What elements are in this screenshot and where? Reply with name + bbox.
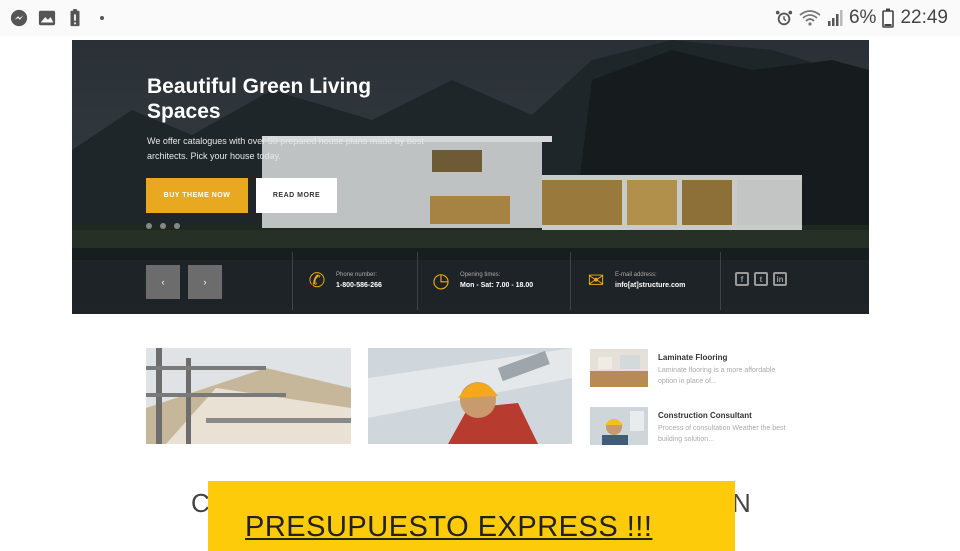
hero-slider: Beautiful Green Living Spaces We offer c… [72, 40, 869, 314]
hero-subtitle: We offer catalogues with over 50 prepare… [147, 136, 424, 161]
email-value[interactable]: info[at]structure.com [615, 280, 685, 291]
prev-slide-button[interactable]: ‹ [146, 265, 180, 299]
scaffolding-image[interactable] [146, 348, 351, 444]
dot-icon [100, 16, 104, 20]
social-links: f t in [735, 272, 787, 286]
email-info: ✉ E-mail address: info[at]structure.com [585, 268, 686, 293]
post-title[interactable]: Laminate Flooring [658, 353, 788, 362]
heading-fragment-left: C [191, 488, 210, 518]
hero-title: Beautiful Green Living Spaces [147, 75, 372, 123]
signal-icon [827, 10, 843, 26]
post-title[interactable]: Construction Consultant [658, 411, 788, 420]
consultant-thumbnail[interactable] [590, 407, 648, 445]
post-excerpt: Laminate flooring is a more affordable o… [658, 367, 776, 385]
phone-value[interactable]: 1-800-586-266 [336, 280, 382, 291]
hours-info: ◷ Opening times: Mon - Sat: 7.00 - 18.00 [430, 268, 533, 293]
clock-icon: ◷ [432, 270, 450, 292]
twitter-icon[interactable]: t [754, 272, 768, 286]
linkedin-icon[interactable]: in [773, 272, 787, 286]
construction-worker-image[interactable] [368, 348, 572, 444]
slider-dot[interactable] [160, 223, 166, 229]
email-label: E-mail address: [615, 271, 657, 278]
notification-icons [10, 9, 104, 27]
divider [292, 252, 293, 310]
phone-icon: ✆ [308, 270, 326, 292]
divider [720, 252, 721, 310]
slider-dot[interactable] [174, 223, 180, 229]
next-slide-button[interactable]: › [188, 265, 222, 299]
phone-info: ✆ Phone number: 1-800-586-266 [306, 268, 382, 293]
divider [570, 252, 571, 310]
hours-label: Opening times: [460, 271, 501, 278]
battery-percent: 6% [848, 7, 877, 28]
alarm-icon [775, 10, 793, 26]
battery-icon [882, 8, 895, 28]
mail-icon: ✉ [587, 270, 605, 292]
side-post-item[interactable]: Laminate Flooring Laminate flooring is a… [590, 349, 788, 387]
slider-dot[interactable] [146, 223, 152, 229]
gallery-icon [38, 10, 56, 26]
phone-label: Phone number: [336, 271, 378, 278]
wifi-icon [799, 10, 821, 26]
system-status: 6% 22:49 [775, 7, 948, 29]
hours-value: Mon - Sat: 7.00 - 18.00 [460, 281, 534, 289]
buy-theme-button[interactable]: BUY THEME NOW [146, 178, 248, 213]
side-post-item[interactable]: Construction Consultant Process of consu… [590, 407, 788, 445]
messenger-icon [10, 9, 28, 27]
clock-time: 22:49 [900, 7, 948, 28]
facebook-icon[interactable]: f [735, 272, 749, 286]
post-excerpt: Process of consultation Weather the best… [658, 425, 786, 443]
read-more-button[interactable]: READ MORE [256, 178, 337, 213]
express-quote-link[interactable]: PRESUPUESTO EXPRESS !!! [245, 511, 652, 544]
status-bar: 6% 22:49 [0, 0, 960, 36]
battery-alert-icon [70, 9, 80, 27]
flooring-thumbnail[interactable] [590, 349, 648, 387]
divider [417, 252, 418, 310]
slider-dots [146, 223, 180, 229]
